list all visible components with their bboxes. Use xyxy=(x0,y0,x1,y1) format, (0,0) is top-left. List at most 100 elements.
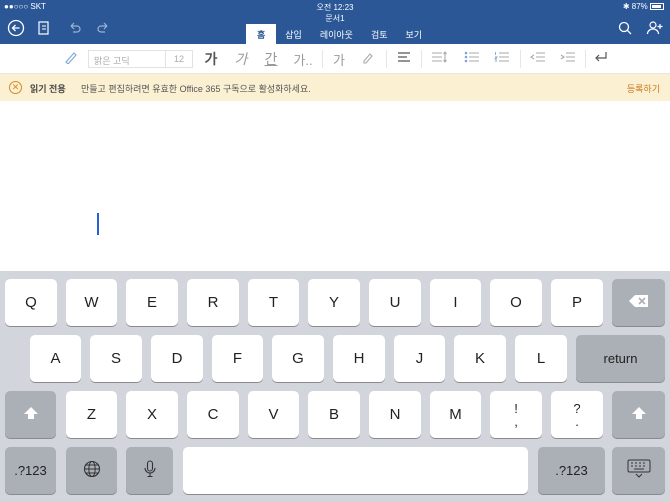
key-r[interactable]: R xyxy=(187,279,239,326)
bullet-list-icon xyxy=(464,50,480,68)
bold-button[interactable]: 가 xyxy=(200,44,222,74)
key-bottom-char: , xyxy=(514,413,518,429)
key-w[interactable]: W xyxy=(66,279,117,326)
key-g[interactable]: G xyxy=(272,335,324,382)
key-y[interactable]: Y xyxy=(308,279,360,326)
text-cursor xyxy=(97,213,99,235)
tab-view[interactable]: 보기 xyxy=(397,24,432,44)
globe-icon xyxy=(83,460,101,482)
bluetooth-icon: ✱ xyxy=(622,2,630,11)
paragraph-mark-button[interactable] xyxy=(590,44,612,74)
globe-key[interactable] xyxy=(66,447,117,494)
hide-keyboard-key[interactable] xyxy=(612,447,665,494)
document-canvas[interactable] xyxy=(0,101,670,271)
key-k[interactable]: K xyxy=(454,335,506,382)
share-button[interactable] xyxy=(645,20,665,40)
tab-review[interactable]: 검토 xyxy=(362,24,397,44)
microphone-icon xyxy=(143,459,157,482)
shift-icon xyxy=(23,406,39,424)
key-e[interactable]: E xyxy=(126,279,178,326)
brush-icon xyxy=(63,50,79,69)
file-icon xyxy=(36,20,52,41)
line-spacing-button[interactable] xyxy=(428,44,452,74)
more-font-button[interactable]: 가.. xyxy=(290,44,316,74)
search-icon xyxy=(618,21,632,40)
file-menu-button[interactable] xyxy=(34,20,54,40)
increase-indent-button[interactable] xyxy=(557,44,579,74)
back-button[interactable] xyxy=(6,19,26,40)
search-button[interactable] xyxy=(615,20,635,40)
key-s[interactable]: S xyxy=(90,335,142,382)
clear-format-button[interactable]: 가 xyxy=(328,44,350,74)
italic-button[interactable]: 가 xyxy=(230,44,252,74)
key-x[interactable]: X xyxy=(126,391,178,438)
key-m[interactable]: M xyxy=(430,391,481,438)
key-c[interactable]: C xyxy=(187,391,239,438)
font-name-field[interactable]: 맑은 고딕 xyxy=(88,50,166,68)
key-a[interactable]: A xyxy=(30,335,81,382)
key-b[interactable]: B xyxy=(308,391,360,438)
key-q[interactable]: Q xyxy=(5,279,57,326)
tab-home[interactable]: 홈 xyxy=(246,24,277,44)
key-h[interactable]: H xyxy=(333,335,385,382)
underline-button[interactable]: 간 xyxy=(260,44,282,74)
decrease-indent-button[interactable] xyxy=(527,44,549,74)
align-left-icon xyxy=(397,50,411,68)
align-left-button[interactable] xyxy=(393,44,415,74)
key-top-char: ! xyxy=(514,400,518,416)
key-t[interactable]: T xyxy=(248,279,299,326)
tab-insert[interactable]: 삽입 xyxy=(276,24,311,44)
key-l[interactable]: L xyxy=(515,335,567,382)
clock-label: 오전 12:23 xyxy=(316,3,354,12)
outdent-icon xyxy=(530,50,546,68)
shift-right-key[interactable] xyxy=(612,391,665,438)
key-question-period[interactable]: ? . xyxy=(551,391,603,438)
key-p[interactable]: P xyxy=(551,279,603,326)
undo-icon xyxy=(67,21,81,40)
numbered-list-icon xyxy=(493,50,510,68)
font-size-field[interactable]: 12 xyxy=(165,50,193,68)
ribbon-divider xyxy=(585,50,586,68)
key-f[interactable]: F xyxy=(212,335,263,382)
onscreen-keyboard: Q W E R T Y U I O P A S D F G H J K L re… xyxy=(0,271,670,502)
shift-left-key[interactable] xyxy=(5,391,56,438)
key-n[interactable]: N xyxy=(369,391,421,438)
key-u[interactable]: U xyxy=(369,279,421,326)
line-spacing-icon xyxy=(431,50,449,68)
key-d[interactable]: D xyxy=(151,335,203,382)
bullet-list-button[interactable] xyxy=(460,44,484,74)
return-key[interactable]: return xyxy=(576,335,665,382)
keyboard-dismiss-icon xyxy=(627,459,651,483)
undo-button[interactable] xyxy=(64,20,84,40)
numbers-key-left[interactable]: .?123 xyxy=(5,447,56,494)
numbers-key-right[interactable]: .?123 xyxy=(538,447,605,494)
redo-icon xyxy=(97,21,111,40)
highlight-button[interactable] xyxy=(356,44,380,74)
ribbon-divider xyxy=(322,50,323,68)
key-exclamation-comma[interactable]: ! , xyxy=(490,391,542,438)
word-app: ●●○○○ SKT 오전 12:23 ✱ 87% 문서1 홈 삽입 레이아웃 검… xyxy=(0,0,670,502)
key-i[interactable]: I xyxy=(430,279,481,326)
home-ribbon: 맑은 고딕 12 가 가 간 가.. 가 xyxy=(0,44,670,74)
register-link[interactable]: 등록하기 xyxy=(627,82,660,95)
tab-layout[interactable]: 레이아웃 xyxy=(311,24,362,44)
format-painter-button[interactable] xyxy=(60,44,82,74)
ribbon-divider xyxy=(386,50,387,68)
readonly-title: 읽기 전용 xyxy=(30,84,66,94)
key-o[interactable]: O xyxy=(490,279,542,326)
readonly-message: 만들고 편집하려면 유효한 Office 365 구독으로 활성화하세요. xyxy=(81,84,311,94)
close-icon[interactable]: ✕ xyxy=(9,81,22,94)
space-key[interactable] xyxy=(183,447,528,494)
status-bar: ●●○○○ SKT 오전 12:23 ✱ 87% xyxy=(0,0,670,13)
dictation-key[interactable] xyxy=(126,447,173,494)
ribbon-divider xyxy=(421,50,422,68)
key-top-char: ? xyxy=(573,400,581,416)
key-v[interactable]: V xyxy=(248,391,299,438)
key-z[interactable]: Z xyxy=(66,391,117,438)
key-j[interactable]: J xyxy=(394,335,445,382)
numbered-list-button[interactable] xyxy=(490,44,514,74)
backspace-key[interactable] xyxy=(612,279,665,326)
app-header: ●●○○○ SKT 오전 12:23 ✱ 87% 문서1 홈 삽입 레이아웃 검… xyxy=(0,0,670,44)
add-person-icon xyxy=(646,20,664,41)
redo-button[interactable] xyxy=(94,20,114,40)
